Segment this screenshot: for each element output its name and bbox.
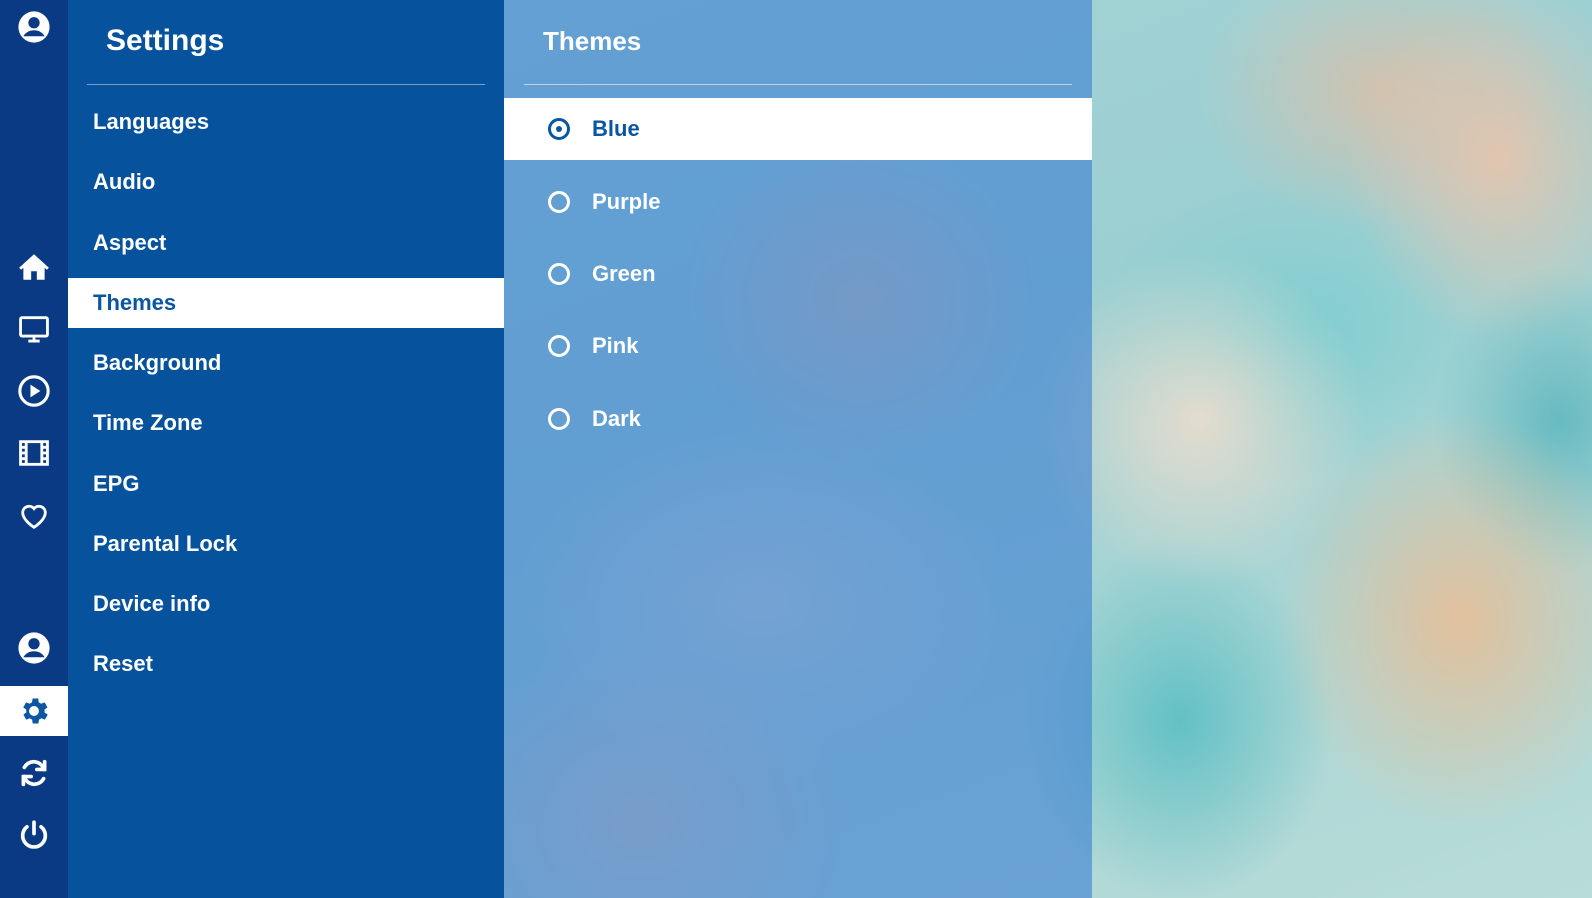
themes-title: Themes xyxy=(543,26,642,56)
refresh-icon[interactable] xyxy=(0,748,68,798)
home-icon[interactable] xyxy=(0,242,68,292)
theme-option-dark[interactable]: Dark xyxy=(504,388,1092,450)
theme-option-label: Purple xyxy=(592,189,661,214)
settings-item-parental-lock[interactable]: Parental Lock xyxy=(68,519,504,569)
theme-option-purple[interactable]: Purple xyxy=(504,171,1092,233)
play-icon[interactable] xyxy=(0,366,68,416)
theme-option-label: Green xyxy=(592,261,656,286)
divider xyxy=(524,84,1072,85)
theme-option-blue[interactable]: Blue xyxy=(504,98,1092,160)
film-icon[interactable] xyxy=(0,428,68,478)
account-icon[interactable] xyxy=(0,2,68,52)
theme-option-green[interactable]: Green xyxy=(504,243,1092,305)
radio-unchecked-icon xyxy=(548,191,570,213)
settings-item-reset[interactable]: Reset xyxy=(68,639,504,689)
icon-rail xyxy=(0,0,68,898)
theme-option-pink[interactable]: Pink xyxy=(504,315,1092,377)
settings-item-background[interactable]: Background xyxy=(68,338,504,388)
radio-checked-icon xyxy=(548,118,570,140)
themes-panel: Themes Blue Purple Green Pink Dark xyxy=(504,0,1092,898)
settings-item-languages[interactable]: Languages xyxy=(68,97,504,147)
heart-icon[interactable] xyxy=(0,491,68,541)
account-icon[interactable] xyxy=(0,623,68,673)
settings-item-themes[interactable]: Themes xyxy=(68,278,504,328)
gear-icon[interactable] xyxy=(0,686,68,736)
settings-item-audio[interactable]: Audio xyxy=(68,157,504,207)
settings-title: Settings xyxy=(106,24,225,57)
radio-unchecked-icon xyxy=(548,335,570,357)
theme-option-label: Blue xyxy=(592,116,640,141)
power-icon[interactable] xyxy=(0,810,68,860)
radio-unchecked-icon xyxy=(548,408,570,430)
settings-item-epg[interactable]: EPG xyxy=(68,459,504,509)
settings-item-device-info[interactable]: Device info xyxy=(68,579,504,629)
theme-option-label: Pink xyxy=(592,333,639,358)
radio-unchecked-icon xyxy=(548,263,570,285)
divider xyxy=(87,84,485,85)
settings-panel: Settings Languages Audio Aspect Themes B… xyxy=(68,0,504,898)
theme-option-label: Dark xyxy=(592,406,641,431)
tv-icon[interactable] xyxy=(0,304,68,354)
settings-item-aspect[interactable]: Aspect xyxy=(68,218,504,268)
settings-item-time-zone[interactable]: Time Zone xyxy=(68,398,504,448)
